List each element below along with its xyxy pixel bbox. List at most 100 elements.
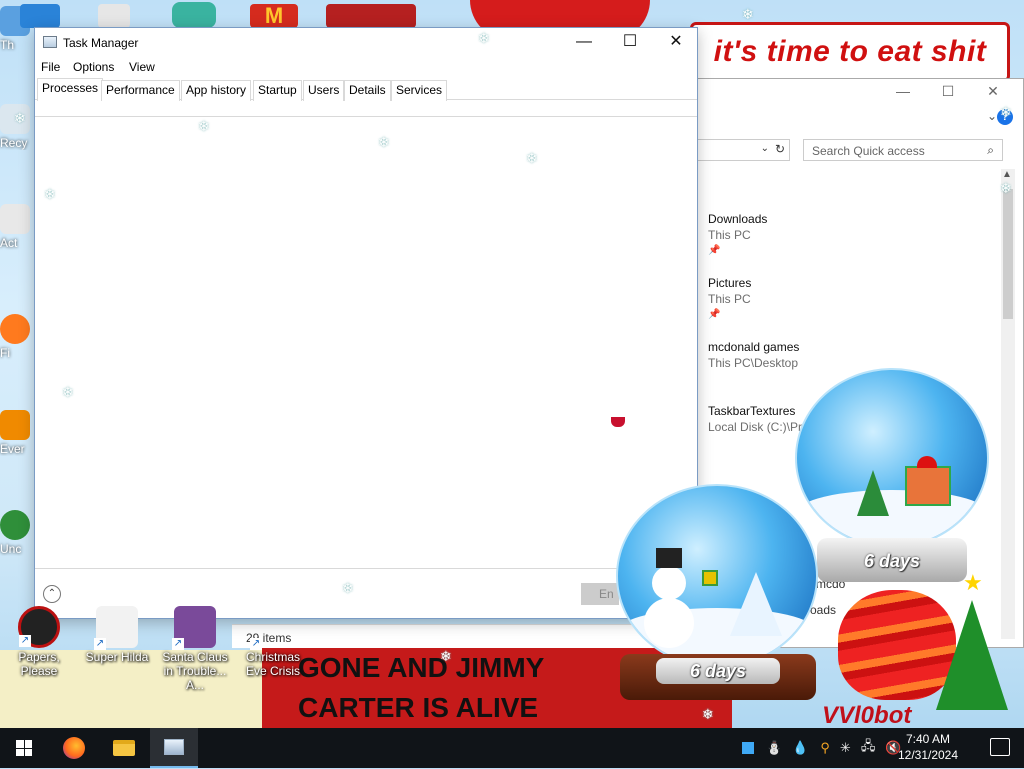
mcdonalds-icon[interactable]: M [250,4,298,28]
desktop-icon-papers-please[interactable]: Papers, Please [0,606,78,678]
explorer-maximize-button[interactable]: ☐ [933,83,963,100]
scroll-up-icon[interactable]: ▲ [1002,169,1012,180]
tray-app-icon[interactable] [742,742,754,754]
desktop-icon-christmas-eve-crisis[interactable]: Christmas Eve Crisis [234,606,312,678]
taskbar: ⛄ 💧 ⚲ ✳ 🖧 🔇 7:40 AM 12/31/2024 [0,728,1024,768]
windows-icon [16,740,32,756]
desktop-icon-top-3[interactable] [172,2,216,28]
desktop-icon-label: Papers, Please [18,650,60,678]
search-input[interactable]: Search Quick access ⌕ [803,139,1003,161]
desktop-icon-label: Ever [0,442,25,456]
tab-services[interactable]: Services [391,80,448,101]
desktop-icon-label: Act [0,236,18,250]
clock-time: 7:40 AM [905,732,951,746]
star-icon: ★ [963,570,983,595]
tab-performance[interactable]: Performance [101,80,180,101]
desktop-icon-label: Recy [0,136,28,150]
snowflake-icon: ❄ [1000,180,1012,196]
explorer-scrollbar[interactable]: ▲ [1001,169,1015,639]
tab-startup[interactable]: Startup [253,80,302,101]
snowflake-icon: ❄ [378,134,390,150]
start-button[interactable] [0,728,48,768]
quick-access-item[interactable]: Pictures This PC 📌 [708,275,751,323]
santa-claus-icon [172,606,216,650]
desktop-icon-label: Fi [0,346,10,360]
tray-drop-icon[interactable]: 💧 [792,740,808,756]
explorer-close-button[interactable]: ✕ [978,83,1008,100]
fewer-details-icon[interactable]: ⌃ [43,585,61,603]
wallpaper-signature: VVl0bot [822,702,912,729]
quick-access-item[interactable]: Downloads This PC 📌 [708,211,767,259]
quick-access-item[interactable]: mcdonald games This PC\Desktop [708,339,799,371]
papers-please-icon [18,606,60,648]
item-name: Downloads [708,212,768,226]
stocking-icon [611,413,625,427]
clock-date: 12/31/2024 [897,748,959,762]
window-title: Task Manager [63,36,139,50]
taskbar-firefox[interactable] [50,728,98,768]
desktop-icon-ever[interactable]: Ever [0,410,34,456]
pin-icon: 📌 [708,245,721,256]
minimize-button[interactable]: — [561,28,607,56]
address-bar[interactable]: ⌄ ↻ [698,139,790,161]
explorer-titlebar: — ☐ ✕ [698,79,1023,107]
clock[interactable]: 7:40 AM 12/31/2024 [888,731,968,763]
explorer-ribbon: ⌄ ? [698,107,1023,129]
gift-icon [905,466,951,506]
tab-app-history[interactable]: App history [181,80,252,101]
gift-icon [702,570,718,586]
chevron-down-icon[interactable]: ⌄ [761,143,769,154]
task-manager-icon [43,36,57,48]
desktop-icon-firefox[interactable]: Fi [0,314,34,360]
desktop-icon-top-2[interactable] [98,4,130,28]
taskbar-file-explorer[interactable] [100,728,148,768]
tree-icon [857,470,889,516]
tray-snowman-icon[interactable]: ⛄ [766,740,782,756]
desktop-icon-top-1[interactable] [20,4,60,28]
document-icon [0,204,30,234]
desktop-icon-super-hilda[interactable]: Super Hilda [78,606,156,664]
tray-search-icon[interactable]: ⚲ [820,740,830,756]
maximize-button[interactable]: ☐ [607,28,653,56]
menu-view[interactable]: View [129,60,155,74]
refresh-icon[interactable]: ↻ [775,142,785,156]
menu-bar: File Options View [35,56,697,78]
desktop-icon-label: Christmas Eve Crisis [245,650,300,678]
notification-center-icon[interactable] [990,738,1010,756]
snowflake-icon: ❄ [44,186,56,202]
item-location: This PC [708,228,751,242]
network-icon[interactable]: 🖧 [861,737,876,759]
scrollbar-thumb[interactable] [1003,189,1013,319]
snowflake-icon: ❄ [478,30,490,46]
snowman-body [644,598,694,648]
explorer-minimize-button[interactable]: — [888,83,918,99]
desktop-icon-top-5[interactable] [326,4,416,28]
desktop-icon-label: Th [0,38,15,52]
desktop-icon-act[interactable]: Act [0,204,34,250]
tab-bar: Processes Performance App history Startu… [35,78,697,101]
task-manager-titlebar[interactable]: Task Manager — ☐ ✕ [35,28,697,56]
process-list[interactable] [35,116,697,570]
tray-snowflake-icon[interactable]: ✳ [840,740,851,756]
snow-globe-left: 6 days [614,484,820,704]
snowflake-icon: ❄ [702,706,714,722]
globe-caption: 6 days [863,551,921,571]
tab-details[interactable]: Details [344,80,391,101]
snowflake-icon: ❄ [1000,104,1012,120]
desktop-icon-unc[interactable]: Unc [0,510,34,556]
snowflake-icon: ❄ [198,118,210,134]
top-hat-icon [656,548,682,568]
globe-glass [616,484,818,668]
search-placeholder: Search Quick access [812,144,925,158]
tab-processes[interactable]: Processes [37,78,104,101]
taskbar-task-manager[interactable] [150,728,198,768]
desktop-icon-santa-claus[interactable]: Santa Claus in Trouble... A... [156,606,234,692]
tab-users[interactable]: Users [303,80,345,101]
menu-options[interactable]: Options [73,60,114,74]
close-button[interactable]: ✕ [653,28,699,56]
snowflake-icon: ❄ [14,110,26,126]
chevron-down-icon[interactable]: ⌄ [987,109,997,123]
menu-file[interactable]: File [41,60,60,74]
desktop-icon-label: Santa Claus in Trouble... A... [162,650,228,692]
snow-globe-right: 6 days [795,368,991,588]
